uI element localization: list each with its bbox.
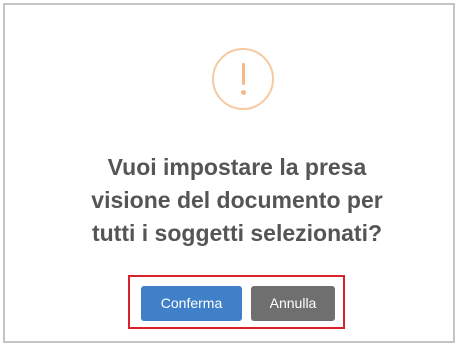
exclamation-circle-icon	[212, 48, 274, 110]
dialog-title-line-3: tutti i soggetti selezionati?	[91, 220, 383, 246]
exclamation-bar	[242, 63, 245, 85]
dialog-title-line-1: Vuoi impostare la presa	[107, 154, 367, 180]
dialog-title-line-2: visione del documento per	[91, 187, 383, 213]
dialog-title: Vuoi impostare la presa visione del docu…	[40, 151, 434, 250]
confirm-button[interactable]: Conferma	[141, 286, 242, 321]
cancel-button[interactable]: Annulla	[251, 286, 335, 321]
exclamation-dot	[241, 90, 246, 95]
